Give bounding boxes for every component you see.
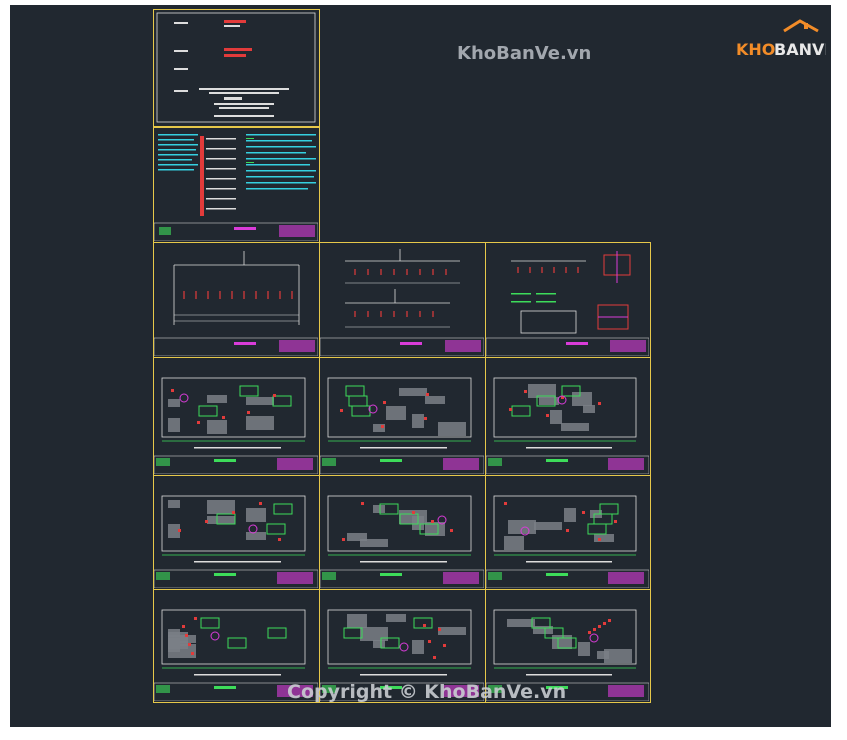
single-line-diagram <box>153 251 319 357</box>
plan-sheet-4[interactable] <box>153 475 320 590</box>
watermark-bottom: Copyright © KhoBanVe.vn <box>287 681 567 703</box>
plan-5-drawing <box>319 495 485 589</box>
schematic-sheet-3[interactable] <box>485 242 651 358</box>
plan-sheet-2[interactable] <box>319 357 486 476</box>
cover-sheet[interactable] <box>153 9 320 127</box>
notes-sheet-drawing <box>153 134 319 242</box>
plan-6-drawing <box>485 495 650 589</box>
riser-diagram <box>319 249 485 357</box>
wiring-details <box>485 251 650 357</box>
schematic-sheet-1[interactable] <box>153 242 320 358</box>
watermark-top: KhoBanVe.vn <box>457 43 592 64</box>
plan-sheet-1[interactable] <box>153 357 320 476</box>
cad-viewport[interactable]: KhoBanVe.vn Copyright © KhoBanVe.vn KHO … <box>10 5 831 727</box>
plan-sheet-5[interactable] <box>319 475 486 590</box>
schematic-sheet-2[interactable] <box>319 242 486 358</box>
plan-4-drawing <box>153 495 319 589</box>
plan-sheet-3[interactable] <box>485 357 651 476</box>
plan-2-drawing <box>319 377 485 475</box>
svg-text:KHO: KHO <box>736 40 775 59</box>
svg-text:BANVE: BANVE <box>774 40 826 59</box>
cover-sheet-drawing <box>156 12 316 123</box>
khobanve-logo: KHO BANVE <box>736 19 826 59</box>
plan-3-drawing <box>485 377 650 475</box>
plan-1-drawing <box>153 377 319 475</box>
plan-sheet-6[interactable] <box>485 475 651 590</box>
notes-sheet[interactable] <box>153 127 320 243</box>
